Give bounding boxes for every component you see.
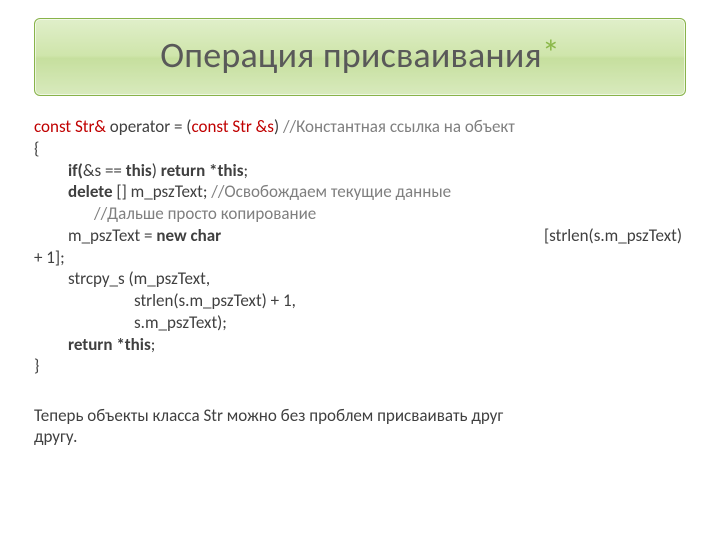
note-line-1: Теперь объекты класса Str можно без проб… bbox=[34, 405, 686, 426]
t4b: [] m_pszText; bbox=[113, 181, 212, 202]
title-text: Операция присваивания bbox=[160, 33, 542, 77]
t6a: m_pszText = bbox=[68, 225, 156, 246]
code-line-9: s.m_pszText); bbox=[34, 312, 686, 334]
kw-param: const Str &s bbox=[191, 116, 273, 137]
code-line-10: return *this; bbox=[34, 334, 686, 356]
t10b: ; bbox=[151, 334, 156, 355]
kw-new-char: new char bbox=[156, 225, 221, 246]
t3e: ) bbox=[152, 160, 161, 181]
kw-delete: delete bbox=[68, 181, 113, 202]
code-line-8: strlen(s.m_pszText) + 1, bbox=[34, 290, 686, 312]
t1b: operator = ( bbox=[106, 116, 192, 137]
kw-this: this bbox=[126, 160, 152, 181]
kw-return-this-1: return *this bbox=[161, 160, 244, 181]
kw-return-this-2: return *this bbox=[68, 334, 151, 355]
note-line-2: другу. bbox=[34, 426, 686, 447]
t3c: == bbox=[101, 160, 126, 181]
code-line-1: const Str& operator = (const Str &s) //К… bbox=[34, 116, 686, 138]
footer-note: Теперь объекты класса Str можно без проб… bbox=[34, 405, 686, 447]
code-line-6: m_pszText = new char [strlen(s.m_pszText… bbox=[34, 225, 686, 247]
code-line-11: } bbox=[34, 355, 686, 377]
comment-3: //Дальше просто копирование bbox=[94, 203, 316, 224]
code-line-7: strcpy_s (m_pszText, bbox=[34, 268, 686, 290]
t6c: [strlen(s.m_pszText) bbox=[544, 225, 686, 247]
comment-2: //Освобождаем текущие данные bbox=[211, 181, 451, 202]
title-star: * bbox=[542, 31, 560, 75]
code-line-2: { bbox=[34, 138, 686, 160]
t3b: &s bbox=[83, 160, 101, 181]
code-line-3: if(&s == this) return *this; bbox=[34, 160, 686, 182]
comment-1: //Константная ссылка на объект bbox=[283, 116, 515, 137]
code-line-4: delete [] m_pszText; //Освобождаем текущ… bbox=[34, 181, 686, 203]
kw-const-str-ref: const Str& bbox=[34, 116, 106, 137]
title-box: Операция присваивания* bbox=[34, 18, 686, 96]
code-line-5: //Дальше просто копирование bbox=[34, 203, 686, 225]
slide: Операция присваивания* const Str& operat… bbox=[0, 0, 720, 540]
kw-if: if( bbox=[68, 160, 83, 181]
t3g: ; bbox=[243, 160, 248, 181]
code-block: const Str& operator = (const Str &s) //К… bbox=[34, 116, 686, 377]
code-line-6b: + 1]; bbox=[34, 247, 686, 269]
t1d: ) bbox=[274, 116, 283, 137]
